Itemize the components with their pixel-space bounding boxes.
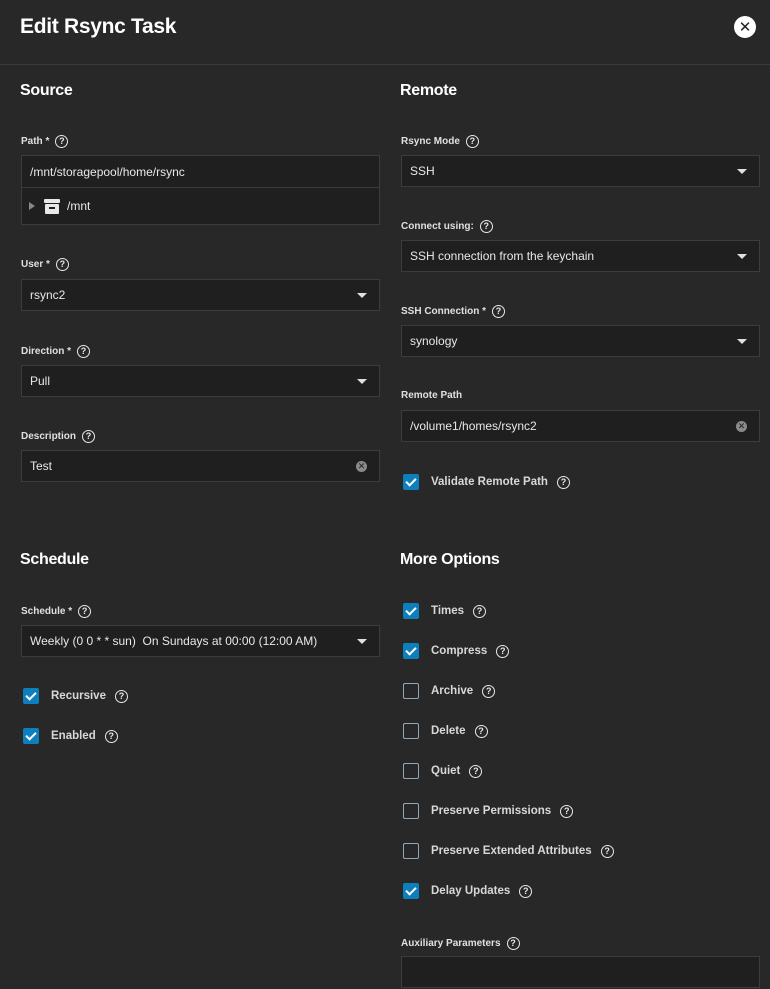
expand-arrow-icon[interactable]	[29, 202, 35, 210]
schedule-select[interactable]: Weekly (0 0 * * sun) On Sundays at 00:00…	[21, 625, 380, 657]
direction-select[interactable]: Pull	[21, 365, 380, 397]
dropdown-arrow-icon	[737, 338, 747, 344]
help-icon[interactable]: ?	[482, 684, 496, 698]
help-icon[interactable]: ?	[600, 844, 614, 858]
option-label: Delay Updates	[431, 885, 511, 897]
path-label: Path *?	[21, 135, 69, 148]
user-label: User *?	[21, 258, 69, 271]
tree-node-mnt[interactable]: /mnt	[67, 199, 90, 213]
option-label: Compress	[431, 645, 488, 657]
help-icon[interactable]: ?	[114, 689, 128, 703]
more-options-section-title: More Options	[400, 551, 500, 568]
help-icon[interactable]: ?	[492, 305, 506, 318]
remote-path-input[interactable]: /volume1/homes/rsync2 ✕	[401, 410, 760, 442]
clear-icon[interactable]: ✕	[356, 460, 367, 472]
remote-path-label: Remote Path	[401, 390, 463, 401]
help-icon[interactable]: ?	[104, 729, 118, 743]
option-label: Preserve Extended Attributes	[431, 845, 592, 857]
option-checkbox[interactable]: Quiet?	[403, 763, 483, 779]
dropdown-arrow-icon	[357, 638, 367, 644]
option-label: Archive	[431, 685, 474, 697]
connect-using-select[interactable]: SSH connection from the keychain	[401, 240, 760, 272]
checkbox-unchecked-icon[interactable]	[403, 803, 419, 819]
option-label: Preserve Permissions	[431, 805, 552, 817]
checkbox-unchecked-icon[interactable]	[403, 723, 419, 739]
dropdown-arrow-icon	[357, 378, 367, 384]
checkbox-checked-icon[interactable]	[23, 728, 39, 744]
dropdown-arrow-icon	[357, 292, 367, 298]
checkbox-checked-icon[interactable]	[403, 474, 419, 490]
recursive-checkbox[interactable]: Recursive?	[23, 688, 128, 704]
validate-remote-path-checkbox[interactable]: Validate Remote Path?	[403, 474, 570, 490]
help-icon[interactable]: ?	[82, 430, 96, 443]
auxiliary-parameters-input[interactable]	[401, 956, 760, 988]
schedule-section-title: Schedule	[20, 551, 89, 568]
help-icon[interactable]: ?	[556, 475, 570, 489]
option-checkbox[interactable]: Preserve Permissions?	[403, 803, 574, 819]
user-select[interactable]: rsync2	[21, 279, 380, 311]
rsync-mode-select[interactable]: SSH	[401, 155, 760, 187]
option-label: Quiet	[431, 765, 461, 777]
dialog-title: Edit Rsync Task	[20, 15, 177, 38]
help-icon[interactable]: ?	[474, 724, 488, 738]
folder-icon	[44, 198, 60, 214]
ssh-connection-label: SSH Connection *?	[401, 305, 506, 318]
help-icon[interactable]: ?	[469, 764, 483, 778]
remote-section-title: Remote	[400, 82, 457, 99]
option-checkbox[interactable]: Archive?	[403, 683, 496, 699]
ssh-connection-select[interactable]: synology	[401, 325, 760, 357]
description-input[interactable]: Test ✕	[21, 450, 380, 482]
description-label: Description?	[21, 430, 96, 443]
help-icon[interactable]: ?	[519, 884, 533, 898]
connect-using-label: Connect using:?	[401, 220, 493, 233]
option-checkbox[interactable]: Preserve Extended Attributes?	[403, 843, 614, 859]
clear-icon[interactable]: ✕	[736, 420, 747, 432]
help-icon[interactable]: ?	[55, 135, 69, 148]
help-icon[interactable]: ?	[465, 135, 479, 148]
auxiliary-parameters-label: Auxiliary Parameters?	[401, 937, 520, 950]
enabled-checkbox[interactable]: Enabled?	[23, 728, 118, 744]
option-label: Times	[431, 605, 465, 617]
path-input[interactable]: /mnt/storagepool/home/rsync	[21, 155, 380, 188]
help-icon[interactable]: ?	[78, 605, 92, 618]
option-checkbox[interactable]: Compress?	[403, 643, 510, 659]
option-checkbox[interactable]: Delete?	[403, 723, 488, 739]
help-icon[interactable]: ?	[479, 220, 493, 233]
direction-label: Direction *?	[21, 345, 91, 358]
option-checkbox[interactable]: Times?	[403, 603, 487, 619]
help-icon[interactable]: ?	[77, 345, 91, 358]
dropdown-arrow-icon	[737, 253, 747, 259]
path-tree[interactable]: /mnt	[21, 188, 380, 225]
checkbox-unchecked-icon[interactable]	[403, 763, 419, 779]
help-icon[interactable]: ?	[496, 644, 510, 658]
help-icon[interactable]: ?	[473, 604, 487, 618]
option-checkbox[interactable]: Delay Updates?	[403, 883, 533, 899]
source-section-title: Source	[20, 82, 73, 99]
help-icon[interactable]: ?	[560, 804, 574, 818]
close-icon[interactable]: ✕	[734, 16, 756, 38]
checkbox-checked-icon[interactable]	[403, 643, 419, 659]
checkbox-checked-icon[interactable]	[403, 603, 419, 619]
checkbox-unchecked-icon[interactable]	[403, 683, 419, 699]
checkbox-checked-icon[interactable]	[403, 883, 419, 899]
schedule-label: Schedule *?	[21, 605, 92, 618]
dropdown-arrow-icon	[737, 168, 747, 174]
dialog-header: Edit Rsync Task ✕	[0, 0, 770, 65]
help-icon[interactable]: ?	[506, 937, 520, 950]
rsync-mode-label: Rsync Mode?	[401, 135, 479, 148]
help-icon[interactable]: ?	[55, 258, 69, 271]
checkbox-unchecked-icon[interactable]	[403, 843, 419, 859]
checkbox-checked-icon[interactable]	[23, 688, 39, 704]
option-label: Delete	[431, 725, 466, 737]
